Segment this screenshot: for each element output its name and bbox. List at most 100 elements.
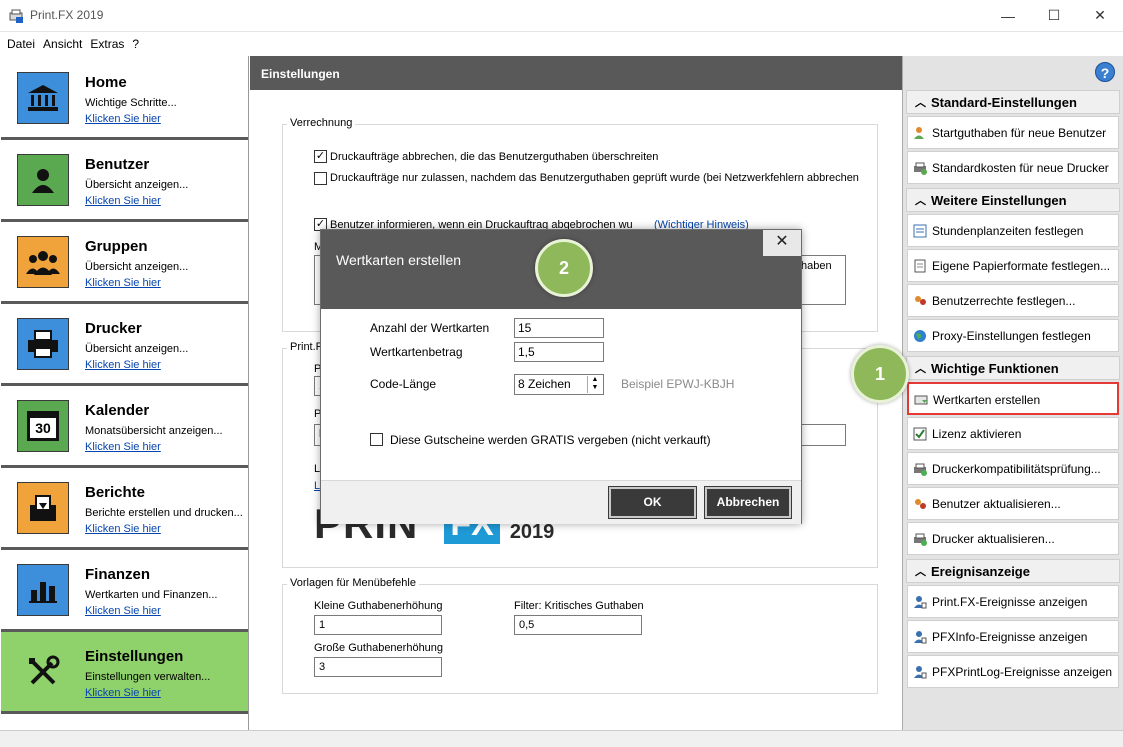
card-icon: [914, 395, 928, 405]
section-ereignisanzeige[interactable]: ︿ Ereignisanzeige: [906, 559, 1120, 583]
menu-ansicht[interactable]: Ansicht: [43, 37, 82, 51]
logo-year: 2019: [509, 521, 555, 543]
benutzerrechte-item[interactable]: Benutzerrechte festlegen...: [907, 284, 1119, 317]
anzahl-input[interactable]: 15: [514, 318, 604, 338]
user-icon: [17, 154, 69, 206]
nav-title: Einstellungen: [85, 648, 184, 665]
nav-link[interactable]: Klicken Sie hier: [85, 113, 161, 125]
menu-extras[interactable]: Extras: [90, 37, 124, 51]
title-bar: Print.FX 2019 — ☐ ✕: [0, 0, 1123, 32]
ok-button[interactable]: OK: [608, 486, 697, 519]
grosse-erhoehung-label: Große Guthabenerhöhung: [314, 642, 444, 654]
nav-item-berichte[interactable]: Berichte Berichte erstellen und drucken.…: [1, 468, 248, 550]
code-laenge-spinner[interactable]: 8 Zeichen ▲ ▼: [514, 374, 604, 395]
report-icon: [17, 482, 69, 534]
filter-guthaben-label: Filter: Kritisches Guthaben: [514, 600, 644, 612]
nav-title: Home: [85, 74, 127, 91]
printer-refresh-icon: [914, 533, 927, 546]
item-label: Druckerkompatibilitätsprüfung...: [932, 462, 1101, 476]
nav-subtitle: Übersicht anzeigen...: [85, 343, 189, 355]
anzahl-label: Anzahl der Wertkarten: [370, 321, 490, 335]
startguthaben-item[interactable]: Startguthaben für neue Benutzer: [907, 116, 1119, 149]
nav-item-home[interactable]: Home Wichtige Schritte... Klicken Sie hi…: [1, 58, 248, 140]
drucker-aktualisieren-item[interactable]: Drucker aktualisieren...: [907, 522, 1119, 555]
help-icon[interactable]: ?: [1095, 62, 1115, 82]
maximize-button[interactable]: ☐: [1031, 0, 1077, 31]
papierformate-item[interactable]: Eigene Papierformate festlegen...: [907, 249, 1119, 282]
main-header: Einstellungen: [250, 56, 902, 90]
nav-link[interactable]: Klicken Sie hier: [85, 277, 161, 289]
benutzer-aktualisieren-item[interactable]: Benutzer aktualisieren...: [907, 487, 1119, 520]
lizenz-aktivieren-item[interactable]: Lizenz aktivieren: [907, 417, 1119, 450]
nav-link[interactable]: Klicken Sie hier: [85, 605, 161, 617]
calendar-day: 30: [27, 411, 59, 441]
nav-item-benutzer[interactable]: Benutzer Übersicht anzeigen... Klicken S…: [1, 140, 248, 222]
nav-item-kalender[interactable]: 30 Kalender Monatsübersicht anzeigen... …: [1, 386, 248, 468]
event-log-icon: [914, 631, 927, 644]
druckerkompatibilitaet-item[interactable]: Druckerkompatibilitätsprüfung...: [907, 452, 1119, 485]
item-label: Benutzerrechte festlegen...: [932, 294, 1076, 308]
abbrechen-button[interactable]: Abbrechen: [704, 486, 792, 519]
message-textarea-fragment: haben: [801, 260, 832, 272]
nav-item-drucker[interactable]: Drucker Übersicht anzeigen... Klicken Si…: [1, 304, 248, 386]
user-refresh-icon: [915, 499, 926, 509]
item-label: Benutzer aktualisieren...: [932, 497, 1061, 511]
item-label: Stundenplanzeiten festlegen: [932, 224, 1084, 238]
section-title: Standard-Einstellungen: [931, 95, 1077, 110]
pfxinfo-ereignisse-item[interactable]: PFXInfo-Ereignisse anzeigen: [907, 620, 1119, 653]
dialog-footer: OK Abbrechen: [321, 480, 801, 524]
nav-subtitle: Wichtige Schritte...: [85, 97, 177, 109]
license-icon: [913, 427, 927, 441]
close-window-button[interactable]: ✕: [1077, 0, 1123, 31]
bank-icon: [17, 72, 69, 124]
section-title: Ereignisanzeige: [931, 564, 1030, 579]
filter-guthaben-input[interactable]: 0,5: [514, 615, 642, 635]
nav-subtitle: Monatsübersicht anzeigen...: [85, 425, 223, 437]
grosse-erhoehung-input[interactable]: 3: [314, 657, 442, 677]
nav-subtitle: Berichte erstellen und drucken...: [85, 507, 243, 519]
menu-help[interactable]: ?: [132, 37, 139, 51]
betrag-input[interactable]: 1,5: [514, 342, 604, 362]
standardkosten-item[interactable]: Standardkosten für neue Drucker: [907, 151, 1119, 184]
nav-item-gruppen[interactable]: Gruppen Übersicht anzeigen... Klicken Si…: [1, 222, 248, 304]
menu-bar: Datei Ansicht Extras ?: [0, 33, 1123, 55]
section-weitere-einstellungen[interactable]: ︿ Weitere Einstellungen: [906, 188, 1120, 212]
checkbox-pruefen[interactable]: [314, 172, 327, 185]
nav-link[interactable]: Klicken Sie hier: [85, 687, 161, 699]
nav-link[interactable]: Klicken Sie hier: [85, 359, 161, 371]
minimize-button[interactable]: —: [985, 0, 1031, 31]
spinner-arrows-icon[interactable]: ▲ ▼: [587, 376, 602, 393]
beispiel-code: Beispiel EPWJ-KBJH: [621, 377, 735, 391]
wertkarten-erstellen-item[interactable]: Wertkarten erstellen: [907, 382, 1119, 415]
code-laenge-value: 8 Zeichen: [518, 377, 571, 391]
dialog-close-button[interactable]: ✕: [763, 230, 801, 256]
chevron-up-icon: ︿: [915, 363, 926, 375]
printer-check-icon: [914, 463, 927, 476]
nav-item-einstellungen[interactable]: Einstellungen Einstellungen verwalten...…: [1, 632, 248, 714]
callout-badge-2: 2: [535, 239, 593, 297]
stundenplan-item[interactable]: Stundenplanzeiten festlegen: [907, 214, 1119, 247]
section-wichtige-funktionen[interactable]: ︿ Wichtige Funktionen: [906, 356, 1120, 380]
item-label: Print.FX-Ereignisse anzeigen: [932, 595, 1088, 609]
gratis-checkbox[interactable]: [370, 433, 383, 446]
kleine-erhoehung-input[interactable]: 1: [314, 615, 442, 635]
nav-link[interactable]: Klicken Sie hier: [85, 195, 161, 207]
event-log-icon: [914, 666, 927, 679]
nav-title: Gruppen: [85, 238, 148, 255]
menu-datei[interactable]: Datei: [7, 37, 35, 51]
item-label: Lizenz aktivieren: [932, 427, 1022, 441]
printfx-ereignisse-item[interactable]: Print.FX-Ereignisse anzeigen: [907, 585, 1119, 618]
nav-item-finanzen[interactable]: Finanzen Wertkarten und Finanzen... Klic…: [1, 550, 248, 632]
nav-link[interactable]: Klicken Sie hier: [85, 441, 161, 453]
checkbox-abbrechen-label: Druckaufträge abbrechen, die das Benutze…: [330, 151, 659, 163]
proxy-item[interactable]: Proxy-Einstellungen festlegen: [907, 319, 1119, 352]
group-icon: [17, 236, 69, 288]
item-label: PFXPrintLog-Ereignisse anzeigen: [932, 665, 1113, 679]
checkbox-abbrechen[interactable]: ✓: [314, 150, 327, 163]
nav-title: Benutzer: [85, 156, 150, 173]
item-label: Eigene Papierformate festlegen...: [932, 259, 1111, 273]
section-standard-einstellungen[interactable]: ︿ Standard-Einstellungen: [906, 90, 1120, 114]
chevron-up-icon: ︿: [915, 97, 926, 109]
pfxprintlog-ereignisse-item[interactable]: PFXPrintLog-Ereignisse anzeigen: [907, 655, 1119, 688]
nav-link[interactable]: Klicken Sie hier: [85, 523, 161, 535]
